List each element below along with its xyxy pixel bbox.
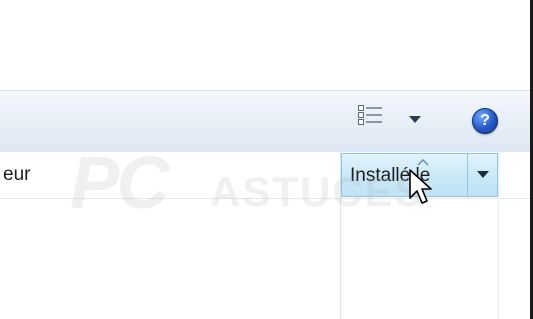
column-header-label: eur [3, 164, 31, 185]
help-glyph: ? [480, 112, 490, 129]
chevron-down-icon [476, 166, 489, 184]
column-filter-dropdown[interactable] [468, 154, 497, 196]
help-icon: ? [472, 108, 498, 134]
column-header-publisher[interactable]: eur [0, 152, 340, 198]
chevron-down-icon [409, 111, 421, 129]
command-bar [0, 90, 530, 153]
details-view-icon [357, 104, 383, 131]
mouse-cursor-icon [409, 169, 433, 212]
column-divider[interactable] [498, 152, 499, 319]
help-button[interactable]: ? [470, 106, 500, 136]
content-top-area [0, 0, 530, 90]
change-view-button[interactable] [356, 103, 384, 131]
view-options-dropdown[interactable] [404, 110, 426, 130]
